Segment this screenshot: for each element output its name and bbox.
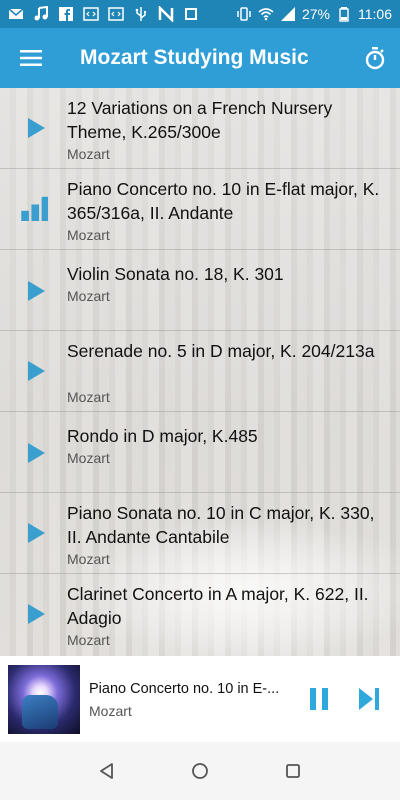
- system-navigation-bar: [0, 742, 400, 800]
- track-artist: Mozart: [67, 389, 110, 405]
- home-circle-icon: [192, 763, 208, 779]
- album-art-figure: [22, 695, 58, 729]
- mail-icon: [8, 6, 24, 22]
- track-artist: Mozart: [67, 551, 110, 567]
- back-button[interactable]: [92, 756, 122, 786]
- track-item[interactable]: Serenade no. 5 in D major, K. 204/213a M…: [0, 331, 400, 412]
- recents-button[interactable]: [278, 756, 308, 786]
- vibrate-icon: [236, 6, 252, 22]
- app-bar: Mozart Studying Music: [0, 28, 400, 88]
- app-title: Mozart Studying Music: [80, 46, 309, 69]
- track-title: Piano Sonata no. 10 in C major, K. 330, …: [67, 503, 375, 547]
- signal-icon: [280, 6, 296, 22]
- track-item-playing[interactable]: Piano Concerto no. 10 in E-flat major, K…: [0, 169, 400, 250]
- play-icon: [28, 361, 45, 381]
- pause-icon: [310, 688, 328, 710]
- track-item[interactable]: 12 Variations on a French Nursery Theme,…: [0, 88, 400, 169]
- track-artist: Mozart: [67, 146, 110, 162]
- equalizer-icon: [21, 196, 48, 221]
- music-note-icon: [33, 6, 49, 22]
- hamburger-menu-icon: [20, 50, 42, 66]
- clock: 11:06: [358, 6, 392, 22]
- usb-icon: [133, 6, 149, 22]
- battery-icon: [336, 6, 352, 22]
- home-button[interactable]: [185, 756, 215, 786]
- code-icon: [108, 6, 124, 22]
- track-artist: Mozart: [67, 288, 110, 304]
- track-item[interactable]: Rondo in D major, K.485 Mozart: [0, 412, 400, 493]
- recents-square-icon: [286, 764, 301, 778]
- back-triangle-icon: [99, 763, 113, 779]
- facebook-icon: [58, 6, 74, 22]
- track-list: 12 Variations on a French Nursery Theme,…: [0, 88, 400, 655]
- play-icon: [28, 523, 45, 543]
- stopwatch-icon: [365, 47, 385, 70]
- track-title: Clarinet Concerto in A major, K. 622, II…: [67, 584, 369, 628]
- now-playing-artist: Mozart: [89, 703, 132, 719]
- track-artist: Mozart: [67, 632, 110, 648]
- wifi-icon: [258, 6, 274, 22]
- n-icon: [158, 6, 174, 22]
- play-icon: [28, 604, 45, 624]
- play-icon: [28, 443, 45, 463]
- pause-button[interactable]: [304, 684, 334, 714]
- code-icon: [83, 6, 99, 22]
- track-list-area: 12 Variations on a French Nursery Theme,…: [0, 88, 400, 656]
- track-artist: Mozart: [67, 227, 110, 243]
- skip-next-button[interactable]: [354, 684, 384, 714]
- play-icon: [28, 281, 45, 301]
- track-item[interactable]: Piano Sonata no. 10 in C major, K. 330, …: [0, 493, 400, 574]
- album-art: [8, 665, 80, 734]
- now-playing-bar[interactable]: Piano Concerto no. 10 in E-... Mozart: [0, 656, 400, 742]
- track-title: Piano Concerto no. 10 in E-flat major, K…: [67, 179, 380, 223]
- track-artist: Mozart: [67, 450, 110, 466]
- battery-percent: 27%: [301, 6, 330, 22]
- track-item[interactable]: Clarinet Concerto in A major, K. 622, II…: [0, 574, 400, 655]
- track-item[interactable]: Violin Sonata no. 18, K. 301 Mozart: [0, 250, 400, 331]
- skip-next-icon: [359, 688, 379, 710]
- screenshot-icon: [183, 6, 199, 22]
- sleep-timer-button[interactable]: [350, 28, 400, 88]
- play-icon: [28, 118, 45, 138]
- now-playing-title: Piano Concerto no. 10 in E-...: [89, 681, 280, 697]
- status-bar: 27% 11:06: [0, 0, 400, 28]
- track-title: 12 Variations on a French Nursery Theme,…: [67, 98, 333, 142]
- menu-button[interactable]: [0, 28, 62, 88]
- track-title: Violin Sonata no. 18, K. 301: [67, 264, 284, 284]
- track-title: Rondo in D major, K.485: [67, 426, 258, 446]
- track-title: Serenade no. 5 in D major, K. 204/213a: [67, 341, 375, 361]
